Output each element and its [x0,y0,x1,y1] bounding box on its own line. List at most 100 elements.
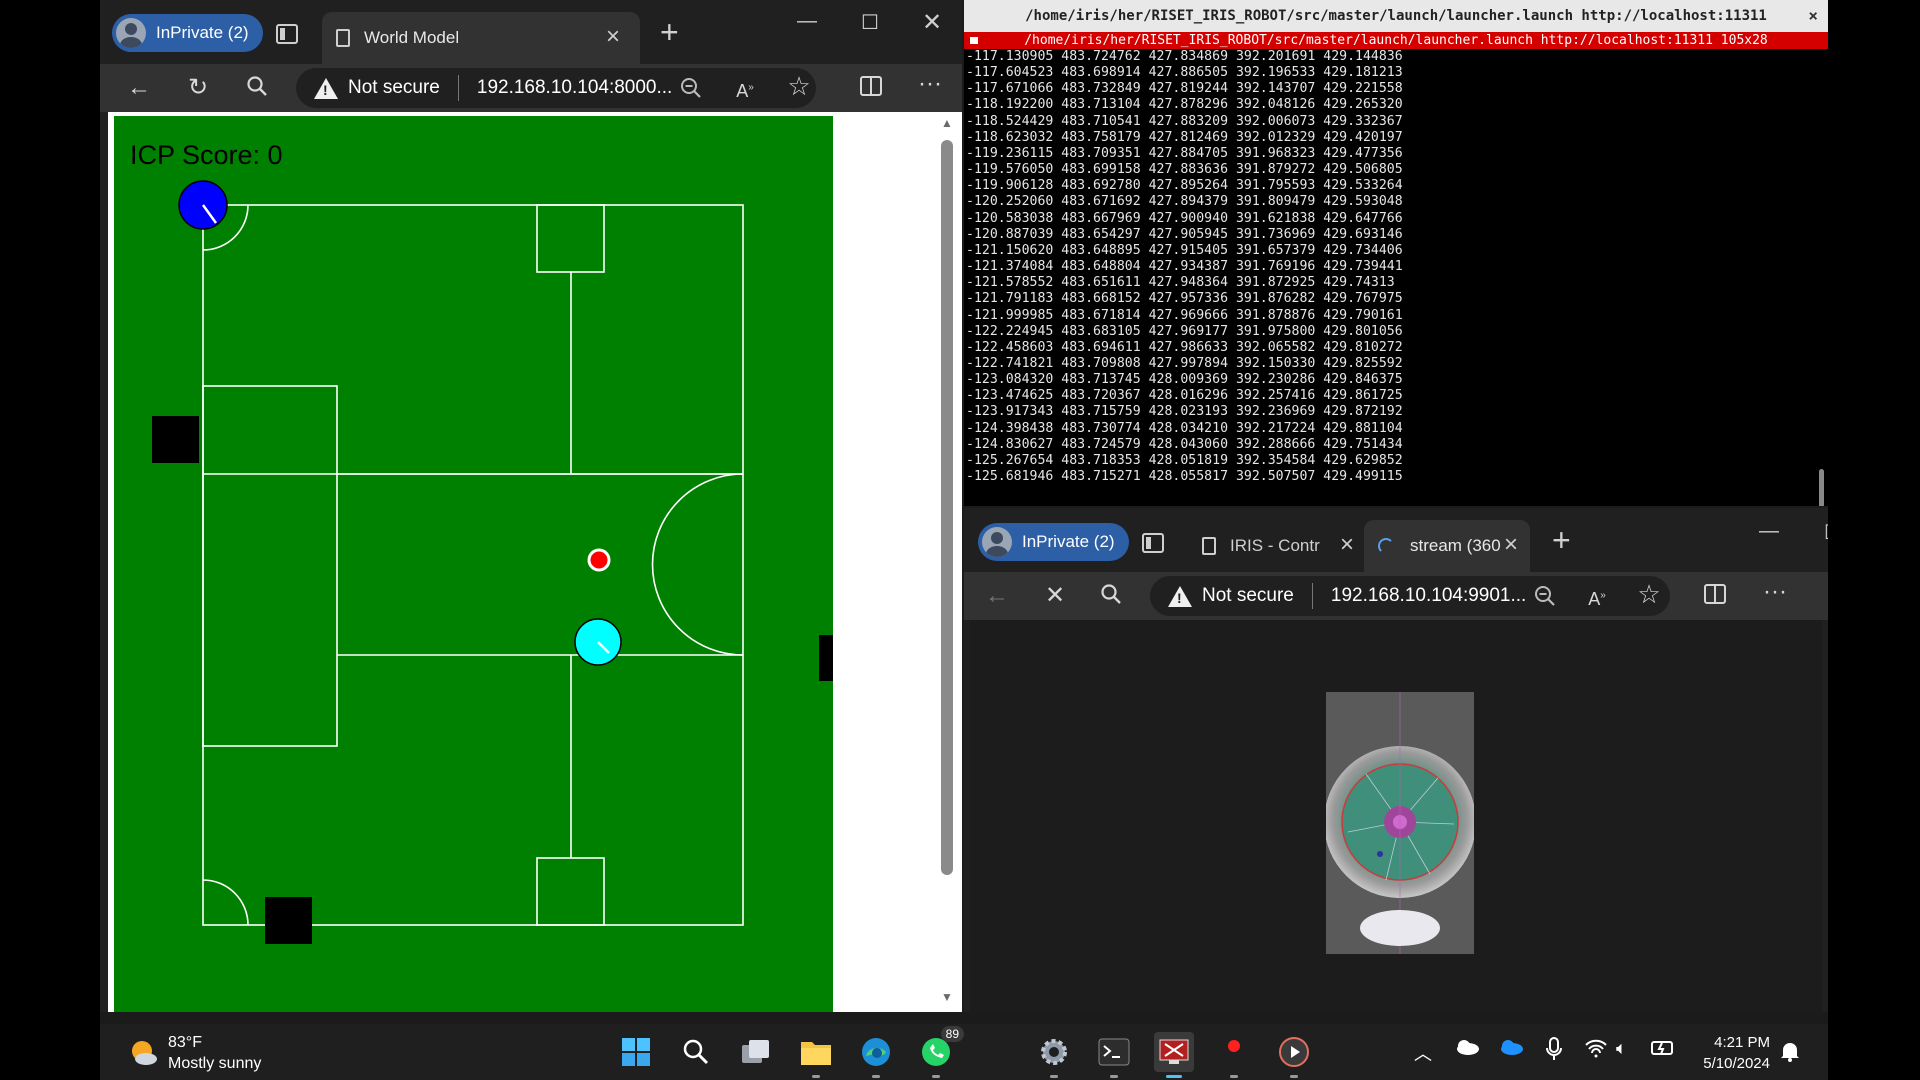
terminal-scrollbar[interactable] [1816,49,1826,506]
scroll-down-icon[interactable]: ▼ [941,990,953,1004]
wifi-icon[interactable] [1584,1038,1608,1062]
url-text: 192.168.10.104:9901... [1330,585,1527,606]
terminal-line: -124.830627 483.724579 428.043060 392.28… [966,436,1403,452]
tab-stream[interactable]: stream (360 × [1364,520,1530,572]
weather-description[interactable]: Mostly sunny [168,1055,261,1073]
terminal-output[interactable]: -117.130905 483.724762 427.834869 392.20… [966,49,1814,506]
stream-profile-avatar-icon [982,527,1012,557]
show-hidden-icons-chevron-icon[interactable]: ︿ [1414,1040,1432,1066]
world-model-canvas[interactable]: ICP Score: 0 [114,116,833,1012]
whatsapp-icon[interactable]: 89 [916,1026,964,1078]
favorite-star-icon[interactable]: ☆ [1634,581,1664,607]
terminal-line: -123.084320 483.713745 428.009369 392.23… [966,372,1403,388]
close-tab-icon[interactable]: × [600,24,626,50]
terminal-line: -121.150620 483.648895 427.915405 391.65… [966,242,1403,258]
profile-button[interactable]: InPrivate (2) [112,14,263,52]
tab-iris-control[interactable]: IRIS - Contr × [1188,520,1364,572]
media-player-icon[interactable] [1274,1032,1314,1078]
file-explorer-icon[interactable] [796,1032,836,1078]
refresh-icon[interactable]: ↻ [183,76,213,100]
warning-icon [1168,585,1192,607]
split-screen-icon[interactable] [1700,584,1730,609]
onedrive-white-icon[interactable] [1454,1038,1480,1060]
screen: InPrivate (2) World Model × + — ☐ ✕ ← ↻ … [0,0,1920,1080]
terminal-subtitle-text: /home/iris/her/RISET_IRIS_ROBOT/src/mast… [1024,33,1768,48]
terminal-line: -123.917343 483.715759 428.023193 392.23… [966,404,1403,420]
edge-browser-icon[interactable] [856,1032,896,1078]
terminal-line: -125.681946 483.715271 428.055817 392.50… [966,469,1403,485]
not-secure-label: Not secure [348,77,440,98]
weather-sun-icon[interactable] [128,1038,158,1068]
tab-world-model[interactable]: World Model × [322,12,640,64]
terminal-line: -120.583038 483.667969 427.900940 391.62… [966,210,1403,226]
stream-profile-button[interactable]: InPrivate (2) [978,523,1129,561]
volume-icon[interactable]: 🔈︎ [1616,1038,1627,1059]
screen-recorder-icon[interactable] [1214,1032,1254,1078]
stop-loading-icon[interactable]: ✕ [1040,584,1070,608]
stream-tab-actions-icon[interactable] [1142,533,1164,553]
read-aloud-icon[interactable]: A» [1582,584,1612,611]
start-windows-icon[interactable] [616,1032,656,1072]
maximize-icon[interactable]: ☐ [1818,520,1828,545]
terminal-line: -117.130905 483.724762 427.834869 392.20… [966,49,1403,64]
page-viewport: ICP Score: 0 ▲ ▼ [108,112,962,1012]
zoom-out-icon[interactable] [676,76,706,105]
scroll-thumb[interactable] [941,140,953,875]
microphone-icon[interactable] [1546,1037,1562,1065]
more-menu-icon[interactable]: ··· [1760,580,1790,604]
taskbar-search-icon[interactable] [676,1032,716,1072]
maximize-icon[interactable]: ☐ [855,10,885,35]
close-tab-icon[interactable]: × [1498,532,1524,558]
minimize-icon[interactable]: — [792,10,822,33]
xserver-app-icon[interactable] [1154,1032,1194,1078]
favorite-star-icon[interactable]: ☆ [784,73,814,99]
task-view-icon[interactable] [736,1032,776,1072]
taskbar: 83°F Mostly sunny 89 ︿ 🔈︎ 4:21 PM 5/10/2… [100,1024,1828,1080]
close-tab-icon[interactable]: × [1334,532,1360,558]
terminal-line: -119.906128 483.692780 427.895264 391.79… [966,178,1403,194]
terminal-close-icon[interactable]: × [1808,0,1818,32]
clock-date: 5/10/2024 [1703,1055,1770,1072]
zoom-out-icon[interactable] [1530,584,1560,613]
close-window-icon[interactable]: ✕ [917,8,947,37]
field-map [152,180,833,944]
not-secure-label: Not secure [1202,585,1294,606]
read-aloud-icon[interactable]: A» [730,76,760,103]
split-screen-icon[interactable] [856,76,886,101]
page-icon [1202,537,1216,555]
onedrive-blue-icon[interactable] [1498,1038,1524,1060]
terminal-window[interactable]: /home/iris/her/RISET_IRIS_ROBOT/src/mast… [964,0,1828,506]
whatsapp-badge: 89 [940,1026,964,1042]
new-tab-icon[interactable]: + [1552,524,1571,556]
more-menu-icon[interactable]: ··· [915,72,945,96]
terminal-line: -122.224945 483.683105 427.969177 391.97… [966,323,1403,339]
tab-actions-icon[interactable] [276,24,298,44]
terminal-icon [968,35,980,46]
new-tab-icon[interactable]: + [660,16,679,48]
search-icon[interactable] [242,75,272,102]
warning-icon [314,77,338,99]
running-indicator [1166,1075,1182,1078]
left-penalty-box [202,385,338,747]
minimize-icon[interactable]: — [1754,520,1784,543]
battery-charging-icon[interactable] [1650,1038,1676,1062]
terminal-scroll-thumb[interactable] [1819,469,1824,506]
taskbar-clock[interactable]: 4:21 PM 5/10/2024 [1703,1032,1770,1074]
profile-label: InPrivate (2) [156,23,249,42]
stream-tab-bar: InPrivate (2) IRIS - Contr × stream (360… [964,508,1828,572]
weather-temperature[interactable]: 83°F [168,1034,202,1052]
notification-bell-icon[interactable] [1780,1040,1800,1066]
page-icon [336,29,350,47]
back-icon[interactable]: ← [982,584,1012,608]
search-icon[interactable] [1096,583,1126,610]
center-arc [651,473,744,656]
back-icon[interactable]: ← [124,76,154,100]
page-scrollbar[interactable]: ▲ ▼ [934,112,962,1012]
terminal-app-icon[interactable] [1094,1032,1134,1078]
worldmodel-browser-window: InPrivate (2) World Model × + — ☐ ✕ ← ↻ … [100,0,962,1012]
stream-toolbar: ← ✕ Not secure 192.168.10.104:9901... A»… [964,572,1828,620]
terminal-tab-bar: /home/iris/her/RISET_IRIS_ROBOT/src/mast… [964,32,1828,49]
top-square-box [536,204,605,273]
scroll-up-icon[interactable]: ▲ [941,116,953,130]
settings-gear-icon[interactable] [1034,1032,1074,1078]
